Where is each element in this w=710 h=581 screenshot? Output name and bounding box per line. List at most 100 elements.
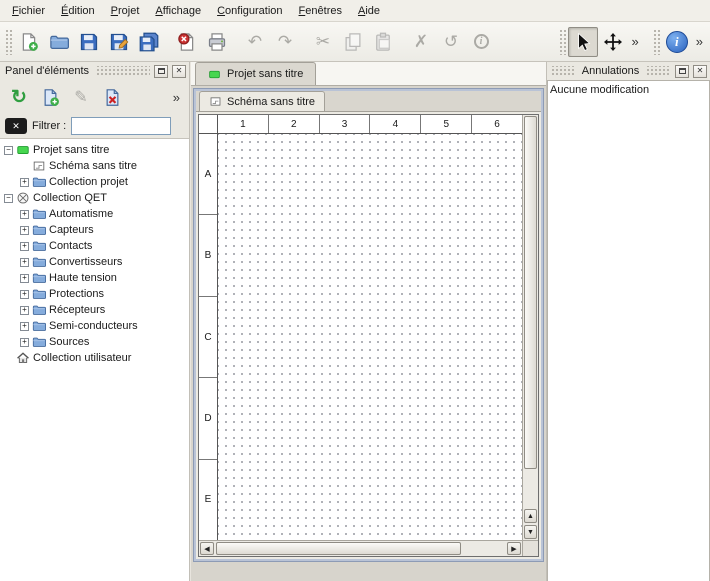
print-button[interactable] xyxy=(202,27,232,57)
tree-expander-minus[interactable]: − xyxy=(4,194,13,203)
new-element-button[interactable] xyxy=(36,83,64,111)
undo-button[interactable]: ↶ xyxy=(240,27,270,57)
tree-expander-plus[interactable]: + xyxy=(20,322,29,331)
rotate-icon: ↺ xyxy=(444,32,458,52)
tools-overflow-button[interactable]: » xyxy=(628,34,643,49)
tree-item[interactable]: +Haute tension xyxy=(0,270,189,286)
elements-panel-toolbar: ↻ ✎ » xyxy=(0,80,189,114)
close-dock-button[interactable]: ✕ xyxy=(693,65,707,78)
undo-dock-titlebar[interactable]: Annulations ✕ xyxy=(547,62,710,80)
tree-item[interactable]: +Sources xyxy=(0,334,189,350)
tab-schema[interactable]: Schéma sans titre xyxy=(199,91,325,111)
delete-button[interactable]: ✗ xyxy=(406,27,436,57)
tree-item[interactable]: + Automatisme xyxy=(0,206,189,222)
tree-item-label: Récepteurs xyxy=(49,304,105,316)
about-button[interactable]: i xyxy=(662,27,692,57)
mdi-area: Projet sans titre Schéma sans titre 1234… xyxy=(191,62,546,581)
paste-button[interactable] xyxy=(368,27,398,57)
tree-item[interactable]: −Collection QET xyxy=(0,190,189,206)
scroll-right-button[interactable]: ▶ xyxy=(507,542,521,555)
open-project-button[interactable] xyxy=(44,27,74,57)
rotate-button[interactable]: ↺ xyxy=(436,27,466,57)
tree-item[interactable]: Schéma sans titre xyxy=(0,158,189,174)
tree-expander-plus[interactable]: + xyxy=(20,210,29,219)
clear-filter-button[interactable]: ✕ xyxy=(5,118,27,134)
element-info-button[interactable]: i xyxy=(466,27,496,57)
close-document-button[interactable] xyxy=(172,27,202,57)
qet-icon xyxy=(16,191,30,205)
menu-item-fichier[interactable]: Fichier xyxy=(4,1,53,21)
diagram-canvas[interactable] xyxy=(218,134,522,540)
tab-project[interactable]: Projet sans titre xyxy=(195,62,316,85)
menu-item-edition[interactable]: Édition xyxy=(53,1,103,21)
titlebar-grip-dots xyxy=(645,66,671,76)
new-element-icon xyxy=(41,88,60,107)
edit-element-button[interactable]: ✎ xyxy=(67,83,95,111)
delete-element-button[interactable] xyxy=(98,83,126,111)
float-dock-button[interactable] xyxy=(675,65,689,78)
tree-item[interactable]: + Convertisseurs xyxy=(0,254,189,270)
toolbar-grip-tools[interactable] xyxy=(559,29,566,55)
float-dock-button[interactable] xyxy=(154,65,168,78)
save-all-button[interactable] xyxy=(134,27,164,57)
tree-expander-minus[interactable]: − xyxy=(4,146,13,155)
scroll-left-button[interactable]: ◀ xyxy=(200,542,214,555)
panel-overflow-button[interactable]: » xyxy=(169,90,184,105)
toolbar-grip-about[interactable] xyxy=(653,29,660,55)
column-label: 6 xyxy=(472,115,522,133)
folder-icon xyxy=(32,287,46,301)
tree-item[interactable]: −Projet sans titre xyxy=(0,142,189,158)
vertical-scrollbar[interactable]: ▲ ▼ xyxy=(522,115,538,540)
tree-expander-plus[interactable]: + xyxy=(20,226,29,235)
float-icon xyxy=(679,68,686,74)
cut-button[interactable]: ✂ xyxy=(308,27,338,57)
undo-icon: ↶ xyxy=(248,32,262,52)
tree-item-label: Convertisseurs xyxy=(49,256,122,268)
menu-item-projet[interactable]: Projet xyxy=(103,1,148,21)
close-icon: ✕ xyxy=(176,67,183,75)
select-tool-button[interactable] xyxy=(568,27,598,57)
redo-button[interactable]: ↷ xyxy=(270,27,300,57)
project-icon xyxy=(208,68,221,81)
menu-item-fenetres[interactable]: Fenêtres xyxy=(291,1,350,21)
close-dock-button[interactable]: ✕ xyxy=(172,65,186,78)
tree-item-label: Capteurs xyxy=(49,224,94,236)
reload-collections-button[interactable]: ↻ xyxy=(5,83,33,111)
horizontal-scrollbar[interactable]: ◀ ▶ xyxy=(199,540,522,556)
new-document-button[interactable] xyxy=(14,27,44,57)
tree-item-label: Automatisme xyxy=(49,208,113,220)
toolbar-grip[interactable] xyxy=(5,29,12,55)
tree-expander-plus[interactable]: + xyxy=(20,178,29,187)
tree-item[interactable]: +Collection projet xyxy=(0,174,189,190)
row-label: B xyxy=(199,215,217,296)
tree-expander-plus[interactable]: + xyxy=(20,258,29,267)
tree-item[interactable]: Collection utilisateur xyxy=(0,350,189,366)
tree-item-label: Protections xyxy=(49,288,104,300)
copy-button[interactable] xyxy=(338,27,368,57)
tree-item[interactable]: +Semi-conducteurs xyxy=(0,318,189,334)
menu-item-aide[interactable]: Aide xyxy=(350,1,388,21)
tree-expander-plus[interactable]: + xyxy=(20,274,29,283)
row-label: C xyxy=(199,297,217,378)
move-tool-button[interactable] xyxy=(598,27,628,57)
horizontal-scroll-thumb[interactable] xyxy=(216,542,461,555)
filter-input[interactable] xyxy=(71,117,171,135)
scroll-up-button[interactable]: ▲ xyxy=(524,509,537,523)
about-overflow-button[interactable]: » xyxy=(692,34,707,49)
save-as-button[interactable] xyxy=(104,27,134,57)
tree-item[interactable]: +Contacts xyxy=(0,238,189,254)
save-button[interactable] xyxy=(74,27,104,57)
elements-tree[interactable]: −Projet sans titreSchéma sans titre+Coll… xyxy=(0,138,189,581)
menu-item-configuration[interactable]: Configuration xyxy=(209,1,290,21)
tree-item[interactable]: + Protections xyxy=(0,286,189,302)
scroll-down-button[interactable]: ▼ xyxy=(524,525,537,539)
tree-expander-plus[interactable]: + xyxy=(20,242,29,251)
tree-item[interactable]: + Récepteurs xyxy=(0,302,189,318)
tree-expander-plus[interactable]: + xyxy=(20,306,29,315)
menu-item-affichage[interactable]: Affichage xyxy=(147,1,209,21)
tree-expander-plus[interactable]: + xyxy=(20,290,29,299)
elements-panel-titlebar[interactable]: Panel d'éléments ✕ xyxy=(0,62,189,80)
tree-item[interactable]: + Capteurs xyxy=(0,222,189,238)
vertical-scroll-thumb[interactable] xyxy=(524,116,537,469)
tree-expander-plus[interactable]: + xyxy=(20,338,29,347)
